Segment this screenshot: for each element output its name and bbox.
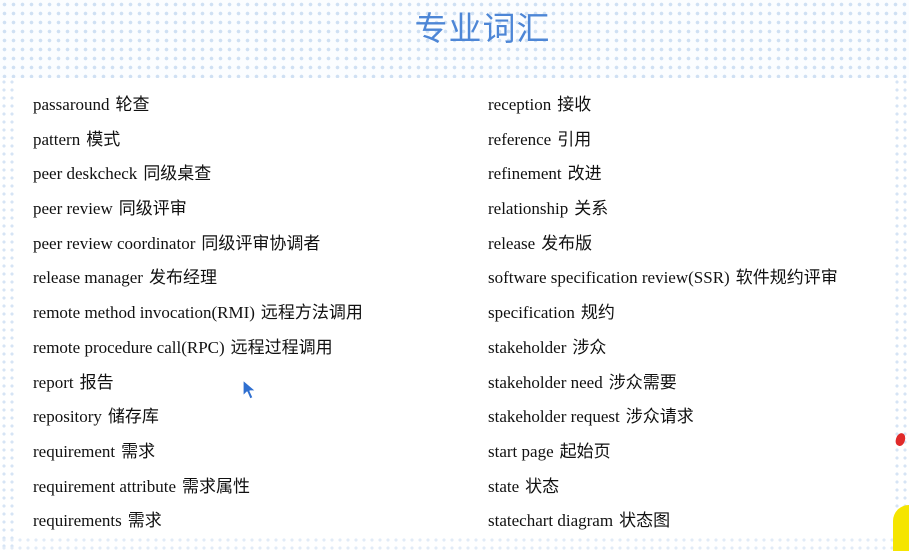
- term-english: passaround: [33, 95, 110, 114]
- term-english: stakeholder need: [488, 372, 603, 392]
- term-english: release: [488, 233, 536, 253]
- term-row: peer review 同级评审: [33, 193, 363, 228]
- mouse-pointer-icon: [242, 379, 258, 406]
- term-row: stakeholder 涉众: [488, 332, 838, 367]
- term-english: stakeholder: [488, 337, 567, 357]
- left-pattern-stripe: [0, 78, 16, 551]
- term-row: stakeholder need 涉众需要: [488, 367, 838, 402]
- term-chinese: 发布版: [541, 233, 593, 254]
- term-row: report 报告: [33, 367, 363, 402]
- term-chinese: 涉众: [572, 337, 607, 358]
- yellow-corner-decoration: [893, 505, 909, 551]
- term-row: passaround 轮查: [33, 89, 363, 124]
- term-chinese: 涉众请求: [625, 407, 694, 428]
- term-english: pattern: [33, 129, 81, 149]
- term-row: requirement attribute 需求属性: [33, 471, 363, 506]
- term-english: report: [33, 372, 74, 392]
- term-chinese: 发布经理: [148, 268, 217, 289]
- term-row: refinement 改进: [488, 158, 838, 193]
- term-row: remote procedure call(RPC) 远程过程调用: [33, 332, 363, 367]
- term-chinese: 起始页: [559, 441, 611, 462]
- term-row: reception 接收: [488, 89, 838, 124]
- term-english: requirement attribute: [33, 476, 177, 496]
- term-english: start page: [488, 441, 554, 461]
- term-chinese: 接收: [557, 95, 592, 115]
- term-row: specification 规约: [488, 297, 838, 332]
- term-row: pattern 模式: [33, 124, 363, 159]
- term-row: peer review coordinator 同级评审协调者: [33, 228, 363, 263]
- term-english: software specification review(SSR): [488, 268, 730, 288]
- term-english: peer review coordinator: [33, 233, 196, 253]
- term-row: release manager 发布经理: [33, 262, 363, 297]
- term-chinese: 软件规约评审: [735, 268, 838, 289]
- term-chinese: 远程过程调用: [230, 337, 333, 358]
- term-english: refinement: [488, 164, 562, 184]
- term-row: peer deskcheck 同级桌查: [33, 158, 363, 193]
- term-row: start page 起始页: [488, 436, 838, 471]
- term-chinese: 关系: [574, 199, 609, 220]
- term-chinese: 同级评审: [118, 199, 187, 220]
- term-english: reception: [488, 95, 552, 114]
- term-english: specification: [488, 303, 575, 323]
- term-chinese: 规约: [580, 303, 615, 324]
- right-term-column: reception 接收 reference 引用 refinement 改进 rel…: [488, 89, 838, 540]
- term-row: repository 储存库: [33, 401, 363, 436]
- term-chinese: 涉众需要: [608, 372, 677, 393]
- term-row: requirements 需求: [33, 505, 363, 540]
- term-row: state 状态: [488, 471, 838, 506]
- term-chinese: 轮查: [115, 95, 150, 115]
- term-chinese: 远程方法调用: [260, 303, 363, 324]
- term-english: remote procedure call(RPC): [33, 337, 225, 357]
- left-term-column: passaround 轮查 pattern 模式 peer deskcheck 同级桌…: [33, 89, 363, 540]
- term-chinese: 报告: [79, 372, 114, 393]
- term-chinese: 引用: [557, 129, 592, 150]
- term-english: remote method invocation(RMI): [33, 303, 255, 323]
- page-title: 专业词汇: [414, 9, 551, 48]
- term-english: peer deskcheck: [33, 164, 138, 184]
- term-english: statechart diagram: [488, 511, 614, 531]
- term-chinese: 状态: [525, 476, 560, 497]
- term-english: state: [488, 476, 520, 496]
- term-row: stakeholder request 涉众请求: [488, 401, 838, 436]
- term-row: release 发布版: [488, 228, 838, 263]
- term-row: statechart diagram 状态图: [488, 505, 838, 540]
- term-english: requirement: [33, 441, 116, 461]
- term-chinese: 同级评审协调者: [201, 233, 321, 254]
- term-row: requirement 需求: [33, 436, 363, 471]
- term-chinese: 储存库: [107, 407, 159, 428]
- term-english: peer review: [33, 199, 113, 219]
- term-chinese: 需求属性: [182, 476, 251, 497]
- term-english: repository: [33, 407, 102, 427]
- term-chinese: 需求: [127, 511, 162, 532]
- term-row: reference 引用: [488, 124, 838, 159]
- term-english: requirements: [33, 511, 122, 531]
- term-english: reference: [488, 129, 552, 149]
- term-chinese: 改进: [567, 164, 602, 185]
- right-pattern-stripe: [893, 78, 909, 551]
- term-english: release manager: [33, 268, 143, 288]
- term-chinese: 状态图: [619, 511, 671, 532]
- term-english: stakeholder request: [488, 407, 620, 427]
- term-chinese: 同级桌查: [143, 164, 212, 185]
- term-row: remote method invocation(RMI) 远程方法调用: [33, 297, 363, 332]
- term-chinese: 模式: [86, 129, 121, 150]
- term-row: software specification review(SSR) 软件规约评审: [488, 262, 838, 297]
- term-chinese: 需求: [121, 441, 156, 462]
- term-row: relationship 关系: [488, 193, 838, 228]
- term-english: relationship: [488, 199, 569, 219]
